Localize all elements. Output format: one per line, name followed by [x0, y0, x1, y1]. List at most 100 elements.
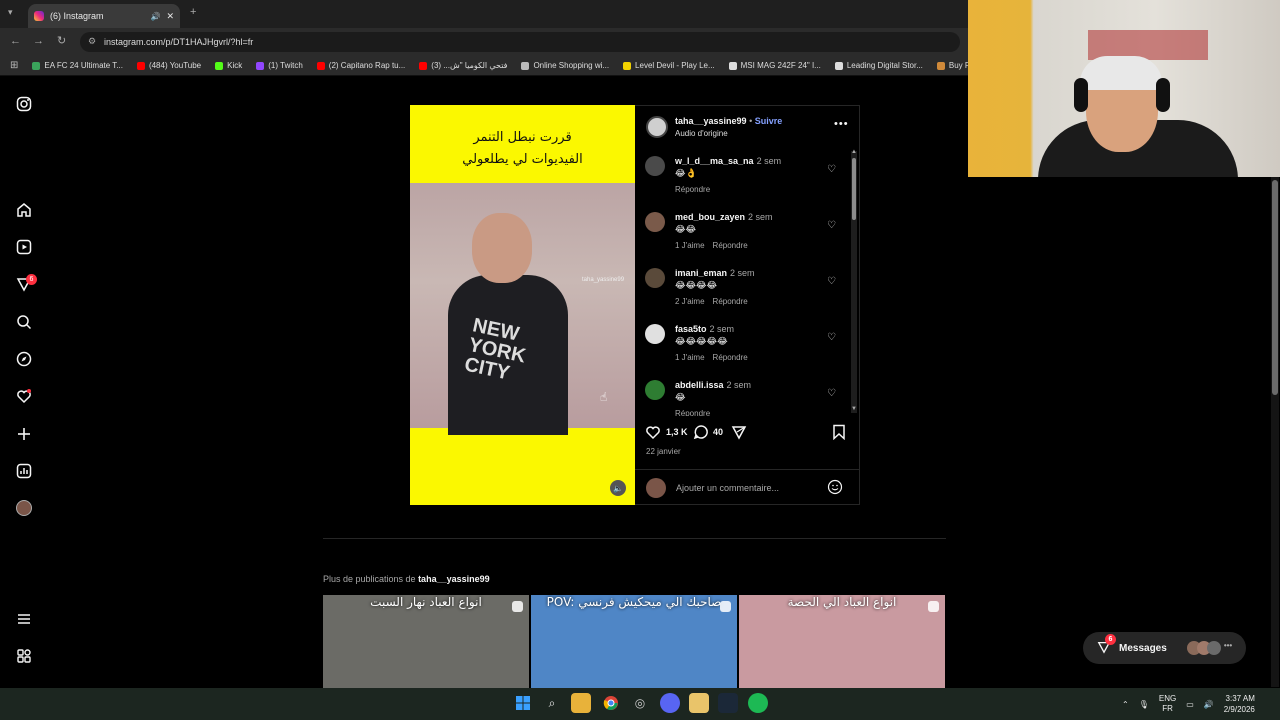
chrome-icon[interactable]	[601, 693, 621, 713]
comments-scrollbar-thumb[interactable]	[852, 158, 856, 220]
more-post-thumbnail[interactable]: انواع العباد نهار السبت	[323, 595, 529, 688]
bookmark-item[interactable]: (2) Capitano Rap tu...	[316, 61, 405, 70]
more-post-thumbnail[interactable]: POV: صاحبك الي ميحكيش فرنسي	[531, 595, 737, 688]
search-icon[interactable]	[14, 312, 34, 332]
commenter-avatar[interactable]	[645, 156, 665, 176]
windows-start-icon[interactable]	[513, 693, 533, 713]
emoji-picker-icon[interactable]	[827, 479, 843, 500]
like-icon[interactable]	[645, 424, 661, 442]
spotify-icon[interactable]	[748, 693, 768, 713]
comment-time[interactable]: 2 sem	[727, 380, 752, 390]
comment-item: abdelli.issa 2 sem 😂 Répondre ♡	[645, 380, 849, 416]
comment-time[interactable]: 2 sem	[730, 268, 755, 278]
commenter-username[interactable]: fasa5to	[675, 324, 707, 334]
post-video[interactable]: قررت نبطل التنمر الفيديوات لي يطلعولي NE…	[410, 105, 635, 505]
comment-time[interactable]: 2 sem	[757, 156, 782, 166]
bookmark-item[interactable]: Level Devil - Play Le...	[623, 61, 715, 70]
comment-time[interactable]: 2 sem	[710, 324, 735, 334]
add-comment-input[interactable]: Ajouter un commentaire...	[676, 483, 779, 493]
profile-avatar[interactable]	[14, 498, 34, 518]
page-scrollbar-thumb[interactable]	[1272, 180, 1278, 395]
back-icon[interactable]: ←	[10, 35, 21, 47]
site-info-icon[interactable]: ⚙	[88, 36, 96, 47]
reply-button[interactable]: Répondre	[675, 409, 710, 416]
clock[interactable]: 3:37 AM 2/9/2026	[1224, 693, 1255, 715]
bookmark-item[interactable]: Buy P	[936, 61, 968, 70]
file-explorer-icon[interactable]	[571, 693, 591, 713]
comment-likes[interactable]: 1 J'aime	[675, 353, 705, 362]
share-icon[interactable]	[731, 424, 747, 442]
comment-like-icon[interactable]: ♡	[827, 388, 836, 399]
bookmark-item[interactable]: (484) YouTube	[136, 61, 202, 70]
tray-overflow-icon[interactable]: ⌃	[1122, 700, 1129, 709]
speaker-icon[interactable]: 🔊	[150, 12, 160, 21]
notes-icon[interactable]	[689, 693, 709, 713]
discord-icon[interactable]	[660, 693, 680, 713]
comment-likes[interactable]: 2 J'aime	[675, 297, 705, 306]
tab-search-icon[interactable]: ▾	[8, 7, 13, 18]
browser-tab[interactable]: (6) Instagram 🔊 ✕	[28, 4, 180, 28]
post-details-panel: taha__yassine99 • Suivre Audio d'origine…	[635, 105, 860, 505]
scroll-down-arrow-icon[interactable]: ▼	[851, 406, 857, 412]
bookmark-item[interactable]: MSI MAG 242F 24" I...	[728, 61, 821, 70]
explore-icon[interactable]	[14, 349, 34, 369]
display-icon[interactable]: ▭	[1186, 700, 1194, 709]
comments-count[interactable]: 40	[713, 427, 723, 437]
more-post-thumbnail[interactable]: انواع العباد الي الحصة	[739, 595, 945, 688]
taskbar-search-icon[interactable]: ⌕	[542, 693, 562, 713]
comment-time[interactable]: 2 sem	[748, 212, 773, 222]
commenter-avatar[interactable]	[645, 324, 665, 344]
reload-icon[interactable]: ↻	[57, 34, 66, 47]
comment-likes[interactable]: 1 J'aime	[675, 241, 705, 250]
apps-grid-icon[interactable]: ⊞	[10, 60, 18, 71]
forward-icon[interactable]: →	[33, 35, 44, 47]
also-from-meta-icon[interactable]	[14, 646, 34, 666]
comment-icon[interactable]	[693, 424, 709, 442]
save-bookmark-icon[interactable]	[832, 424, 846, 442]
reply-button[interactable]: Répondre	[713, 353, 748, 362]
dashboard-icon[interactable]	[14, 461, 34, 481]
volume-icon[interactable]: 🔊	[1204, 700, 1214, 709]
reply-button[interactable]: Répondre	[713, 241, 748, 250]
bookmark-item[interactable]: فتحي الكوميا "ش... (3)	[419, 61, 507, 70]
notifications-heart-icon[interactable]	[14, 386, 34, 406]
bookmark-item[interactable]: EA FC 24 Ultimate T...	[32, 61, 123, 70]
new-tab-icon[interactable]: +	[190, 6, 196, 18]
mute-toggle-icon[interactable]: 🔈	[610, 480, 626, 496]
bookmark-item[interactable]: Leading Digital Stor...	[834, 61, 923, 70]
create-icon[interactable]	[14, 424, 34, 444]
more-posts-heading: Plus de publications de taha__yassine99	[323, 574, 490, 584]
commenter-username[interactable]: med_bou_zayen	[675, 212, 745, 222]
bookmark-item[interactable]: Kick	[215, 61, 242, 70]
more-posts-username[interactable]: taha__yassine99	[418, 574, 490, 584]
microphone-icon[interactable]: 🎙	[1139, 700, 1149, 709]
tab-close-icon[interactable]: ✕	[166, 11, 174, 22]
bookmark-item[interactable]: Online Shopping wi...	[521, 61, 609, 70]
reels-icon[interactable]	[14, 237, 34, 257]
commenter-username[interactable]: w_l_d__ma_sa_na	[675, 156, 754, 166]
commenter-avatar[interactable]	[645, 268, 665, 288]
comment-like-icon[interactable]: ♡	[827, 332, 836, 343]
post-date[interactable]: 22 janvier	[646, 447, 681, 456]
address-bar[interactable]: ⚙ instagram.com/p/DT1HAJHgvrl/?hl=fr	[80, 32, 960, 52]
commenter-avatar[interactable]	[645, 380, 665, 400]
more-menu-icon[interactable]	[14, 609, 34, 629]
commenter-avatar[interactable]	[645, 212, 665, 232]
language-indicator[interactable]: ENG FR	[1159, 694, 1176, 714]
scroll-up-arrow-icon[interactable]: ▲	[851, 149, 857, 155]
reply-button[interactable]: Répondre	[713, 297, 748, 306]
messages-button[interactable]: 6 Messages •••	[1083, 632, 1246, 664]
commenter-username[interactable]: abdelli.issa	[675, 380, 724, 390]
comment-like-icon[interactable]: ♡	[827, 276, 836, 287]
bookmark-label: (484) YouTube	[148, 61, 202, 70]
likes-count[interactable]: 1,3 K	[666, 427, 688, 437]
instagram-logo-icon[interactable]	[14, 94, 34, 114]
commenter-username[interactable]: imani_eman	[675, 268, 727, 278]
home-icon[interactable]	[14, 200, 34, 220]
comment-like-icon[interactable]: ♡	[827, 220, 836, 231]
app-icon[interactable]: ◎	[630, 693, 650, 713]
bookmark-item[interactable]: (1) Twitch	[256, 61, 303, 70]
steam-icon[interactable]	[718, 693, 738, 713]
comment-like-icon[interactable]: ♡	[827, 164, 836, 175]
reply-button[interactable]: Répondre	[675, 185, 710, 194]
